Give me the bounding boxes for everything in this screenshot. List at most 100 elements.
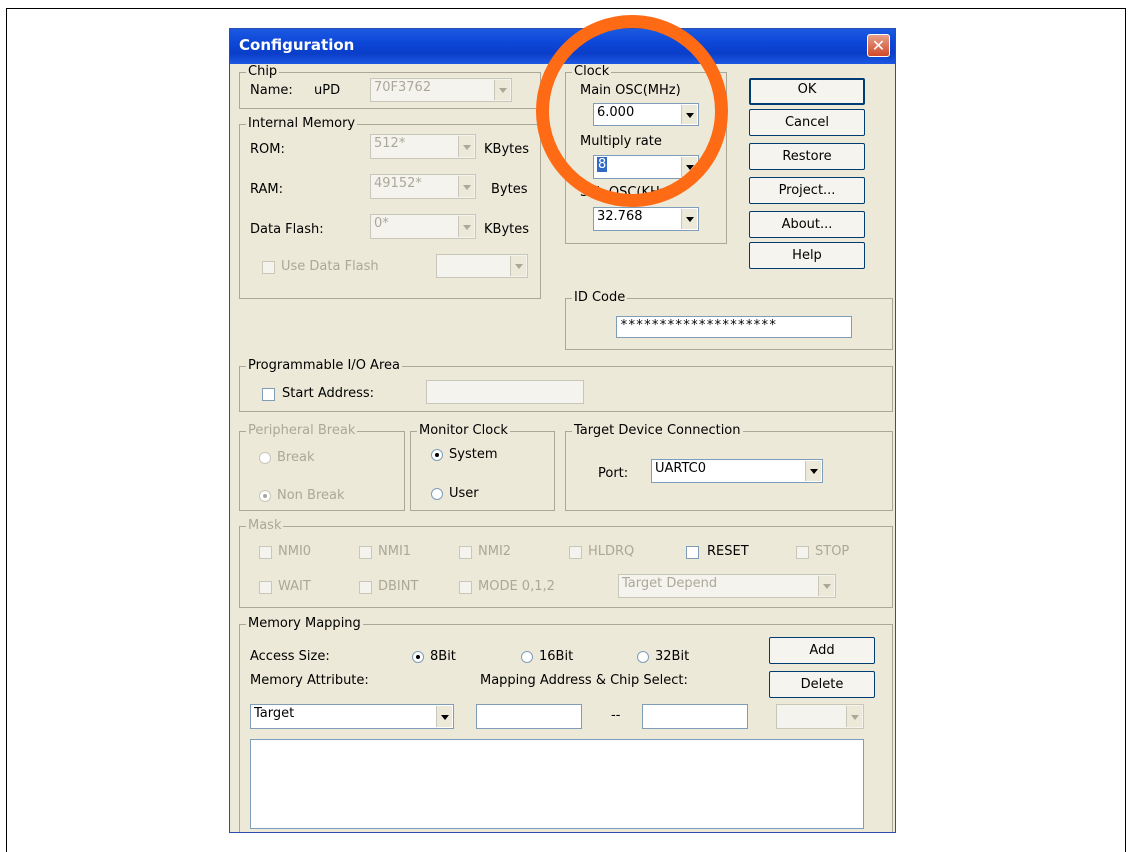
- chip-group: Chip Name: uPD 70F3762: [239, 64, 541, 109]
- id-code-group: ID Code ********************: [565, 290, 893, 350]
- ram-value: 49152*: [374, 176, 422, 191]
- nmi0-checkbox[interactable]: [259, 546, 272, 559]
- stop-label: STOP: [815, 544, 850, 559]
- main-osc-combo[interactable]: 6.000: [593, 103, 699, 126]
- add-button[interactable]: Add: [769, 637, 875, 664]
- help-button[interactable]: Help: [749, 242, 865, 269]
- chip-name-combo[interactable]: 70F3762: [370, 78, 512, 102]
- clock-group: Clock Main OSC(MHz) 6.000 Multiply rate …: [565, 64, 727, 244]
- multiply-rate-label: Multiply rate: [580, 134, 662, 149]
- stop-checkbox[interactable]: [796, 546, 809, 559]
- dbint-checkbox[interactable]: [359, 581, 372, 594]
- data-flash-value: 0*: [374, 216, 389, 231]
- chevron-down-icon[interactable]: [458, 136, 474, 157]
- nmi0-label: NMI0: [278, 544, 312, 559]
- wait-label: WAIT: [278, 579, 311, 594]
- chip-name-value: 70F3762: [374, 80, 432, 95]
- size-16bit-radio[interactable]: [521, 651, 533, 663]
- reset-checkbox[interactable]: [686, 546, 699, 559]
- use-data-flash-label: Use Data Flash: [281, 259, 379, 274]
- memory-mapping-list[interactable]: [250, 739, 864, 829]
- project-button[interactable]: Project...: [749, 177, 865, 204]
- sub-osc-combo[interactable]: 32.768: [593, 207, 699, 231]
- mask-group: Mask NMI0 NMI1 NMI2 HLDRQ RESET STOP WAI…: [239, 518, 893, 608]
- delete-button[interactable]: Delete: [769, 671, 875, 698]
- system-radio[interactable]: [431, 449, 443, 461]
- rom-label: ROM:: [250, 142, 285, 157]
- memory-mapping-label: Memory Mapping: [246, 616, 363, 631]
- close-button[interactable]: ✕: [867, 34, 890, 57]
- clock-group-label: Clock: [572, 64, 612, 79]
- mapping-start-input[interactable]: [476, 704, 582, 729]
- restore-button[interactable]: Restore: [749, 143, 865, 170]
- chip-select-combo[interactable]: [776, 704, 864, 729]
- ram-unit: Bytes: [491, 182, 528, 197]
- nmi2-label: NMI2: [478, 544, 512, 559]
- wait-checkbox[interactable]: [259, 581, 272, 594]
- target-depend-combo[interactable]: Target Depend: [618, 574, 836, 598]
- chevron-down-icon[interactable]: [805, 461, 821, 481]
- chevron-down-icon[interactable]: [681, 105, 697, 124]
- rom-combo[interactable]: 512*: [370, 134, 476, 159]
- chip-prefix: uPD: [314, 83, 341, 98]
- system-label: System: [449, 447, 498, 462]
- memory-attribute-value: Target: [254, 706, 295, 721]
- chevron-down-icon[interactable]: [458, 216, 474, 237]
- data-flash-combo[interactable]: 0*: [370, 214, 476, 239]
- title-bar[interactable]: Configuration ✕: [230, 29, 895, 64]
- non-break-radio[interactable]: [259, 490, 271, 502]
- nmi1-checkbox[interactable]: [359, 546, 372, 559]
- programmable-io-group: Programmable I/O Area Start Address:: [239, 358, 893, 412]
- range-separator: --: [611, 708, 621, 723]
- chevron-down-icon[interactable]: [494, 80, 510, 100]
- rom-unit: KBytes: [484, 142, 530, 157]
- port-combo[interactable]: UARTC0: [651, 459, 823, 483]
- multiply-rate-combo[interactable]: 8: [593, 155, 699, 179]
- nmi2-checkbox[interactable]: [459, 546, 472, 559]
- start-address-checkbox[interactable]: [262, 388, 275, 401]
- chevron-down-icon[interactable]: [681, 157, 697, 177]
- cancel-button[interactable]: Cancel: [749, 109, 865, 136]
- memory-mapping-group: Memory Mapping Access Size: 8Bit 16Bit 3…: [239, 616, 893, 832]
- data-flash-unit: KBytes: [484, 222, 530, 237]
- id-code-label: ID Code: [572, 290, 628, 305]
- chevron-down-icon[interactable]: [681, 209, 697, 229]
- mapping-end-input[interactable]: [642, 704, 748, 729]
- nmi1-label: NMI1: [378, 544, 412, 559]
- target-connection-group: Target Device Connection Port: UARTC0: [565, 423, 893, 511]
- mode-label: MODE 0,1,2: [478, 579, 555, 594]
- hldrq-label: HLDRQ: [588, 544, 635, 559]
- programmable-io-label: Programmable I/O Area: [246, 358, 402, 373]
- data-flash-option-combo[interactable]: [436, 254, 528, 278]
- ram-combo[interactable]: 49152*: [370, 174, 476, 199]
- user-label: User: [449, 486, 479, 501]
- size-8bit-radio[interactable]: [412, 651, 424, 663]
- break-radio[interactable]: [259, 452, 271, 464]
- memory-attribute-combo[interactable]: Target: [250, 704, 454, 729]
- hldrq-checkbox[interactable]: [569, 546, 582, 559]
- rom-value: 512*: [374, 136, 406, 151]
- target-connection-label: Target Device Connection: [572, 423, 743, 438]
- chevron-down-icon[interactable]: [436, 706, 452, 727]
- data-flash-label: Data Flash:: [250, 222, 324, 237]
- dialog-title: Configuration: [239, 36, 355, 54]
- dbint-label: DBINT: [378, 579, 419, 594]
- mapping-address-label: Mapping Address & Chip Select:: [480, 673, 688, 688]
- about-button[interactable]: About...: [749, 211, 865, 238]
- use-data-flash-checkbox[interactable]: [262, 261, 275, 274]
- ok-button[interactable]: OK: [749, 78, 865, 105]
- close-icon: ✕: [871, 36, 886, 55]
- id-code-input[interactable]: ********************: [616, 316, 852, 338]
- user-radio[interactable]: [431, 488, 443, 500]
- chevron-down-icon[interactable]: [818, 576, 834, 596]
- start-address-input[interactable]: [426, 380, 584, 404]
- chevron-down-icon[interactable]: [510, 256, 526, 276]
- chevron-down-icon[interactable]: [458, 176, 474, 197]
- size-32bit-radio[interactable]: [637, 651, 649, 663]
- chevron-down-icon[interactable]: [846, 706, 862, 727]
- size-8bit-label: 8Bit: [430, 649, 456, 664]
- sub-osc-value: 32.768: [597, 209, 643, 224]
- memory-attribute-label: Memory Attribute:: [250, 673, 369, 688]
- monitor-clock-label: Monitor Clock: [417, 423, 510, 438]
- mode-checkbox[interactable]: [459, 581, 472, 594]
